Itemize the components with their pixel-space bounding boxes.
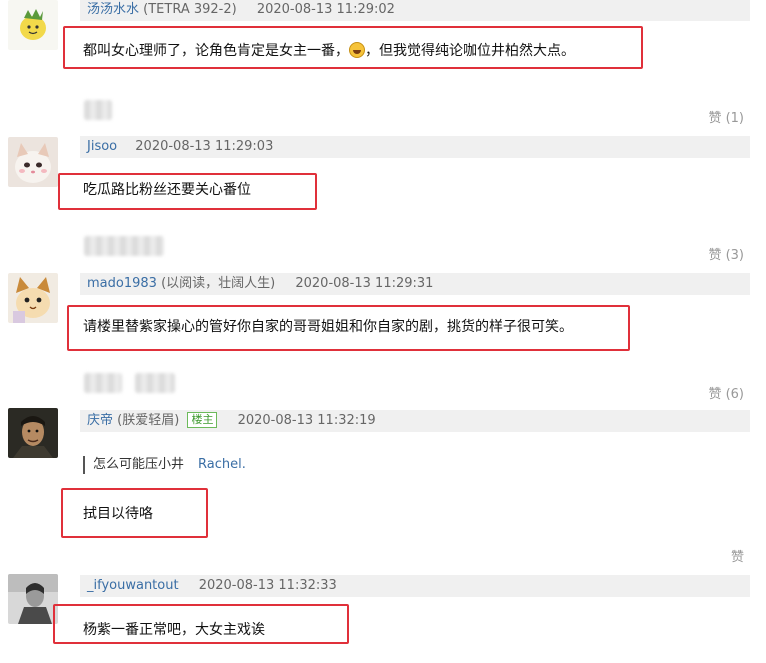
comment-meta: 汤汤水水 (TETRA 392-2) 2020-08-13 11:29:02	[80, 0, 750, 21]
highlight-box	[61, 488, 208, 538]
username-link[interactable]: 汤汤水水	[87, 2, 139, 17]
avatar[interactable]	[8, 273, 58, 323]
username-link[interactable]: mado1983	[87, 276, 157, 291]
comment-meta: mado1983 (以阅读，壮阔人生) 2020-08-13 11:29:31	[80, 273, 750, 295]
quoted-user-link[interactable]: Rachel.	[198, 457, 246, 472]
timestamp: 2020-08-13 11:29:02	[256, 2, 395, 17]
username-link[interactable]: _ifyouwantout	[87, 578, 179, 593]
like-button[interactable]: 赞 (1)	[708, 107, 744, 126]
comment-meta: _ifyouwantout 2020-08-13 11:32:33	[80, 575, 750, 597]
highlight-box	[58, 173, 317, 210]
blurred-username	[84, 236, 164, 256]
user-nickname: (TETRA 392-2)	[143, 2, 237, 17]
avatar[interactable]	[8, 408, 58, 458]
like-button[interactable]: 赞 (3)	[708, 244, 744, 263]
avatar[interactable]	[8, 137, 58, 187]
user-nickname: (朕爱轻眉)	[117, 413, 180, 428]
username-link[interactable]: Jisoo	[87, 139, 117, 154]
highlight-box	[67, 305, 630, 351]
blurred-username	[84, 373, 122, 393]
comment-meta: 庆帝 (朕爱轻眉) 楼主 2020-08-13 11:32:19	[80, 410, 750, 432]
avatar[interactable]	[8, 0, 58, 50]
avatar[interactable]	[8, 574, 58, 624]
blurred-username	[135, 373, 175, 393]
username-link[interactable]: 庆帝	[87, 413, 113, 428]
timestamp: 2020-08-13 11:32:33	[198, 578, 337, 593]
quoted-text: 怎么可能压小井	[93, 457, 185, 472]
quoted-reply: 怎么可能压小井 Rachel.	[83, 456, 246, 474]
timestamp: 2020-08-13 11:29:31	[295, 276, 434, 291]
like-button[interactable]: 赞	[731, 546, 744, 565]
highlight-box	[63, 26, 643, 69]
host-badge: 楼主	[187, 412, 218, 428]
timestamp: 2020-08-13 11:32:19	[237, 413, 376, 428]
user-nickname: (以阅读，壮阔人生)	[161, 276, 276, 291]
comment-meta: Jisoo 2020-08-13 11:29:03	[80, 136, 750, 158]
like-button[interactable]: 赞 (6)	[708, 383, 744, 402]
highlight-box	[53, 604, 349, 644]
timestamp: 2020-08-13 11:29:03	[135, 139, 274, 154]
blurred-username	[84, 100, 112, 120]
